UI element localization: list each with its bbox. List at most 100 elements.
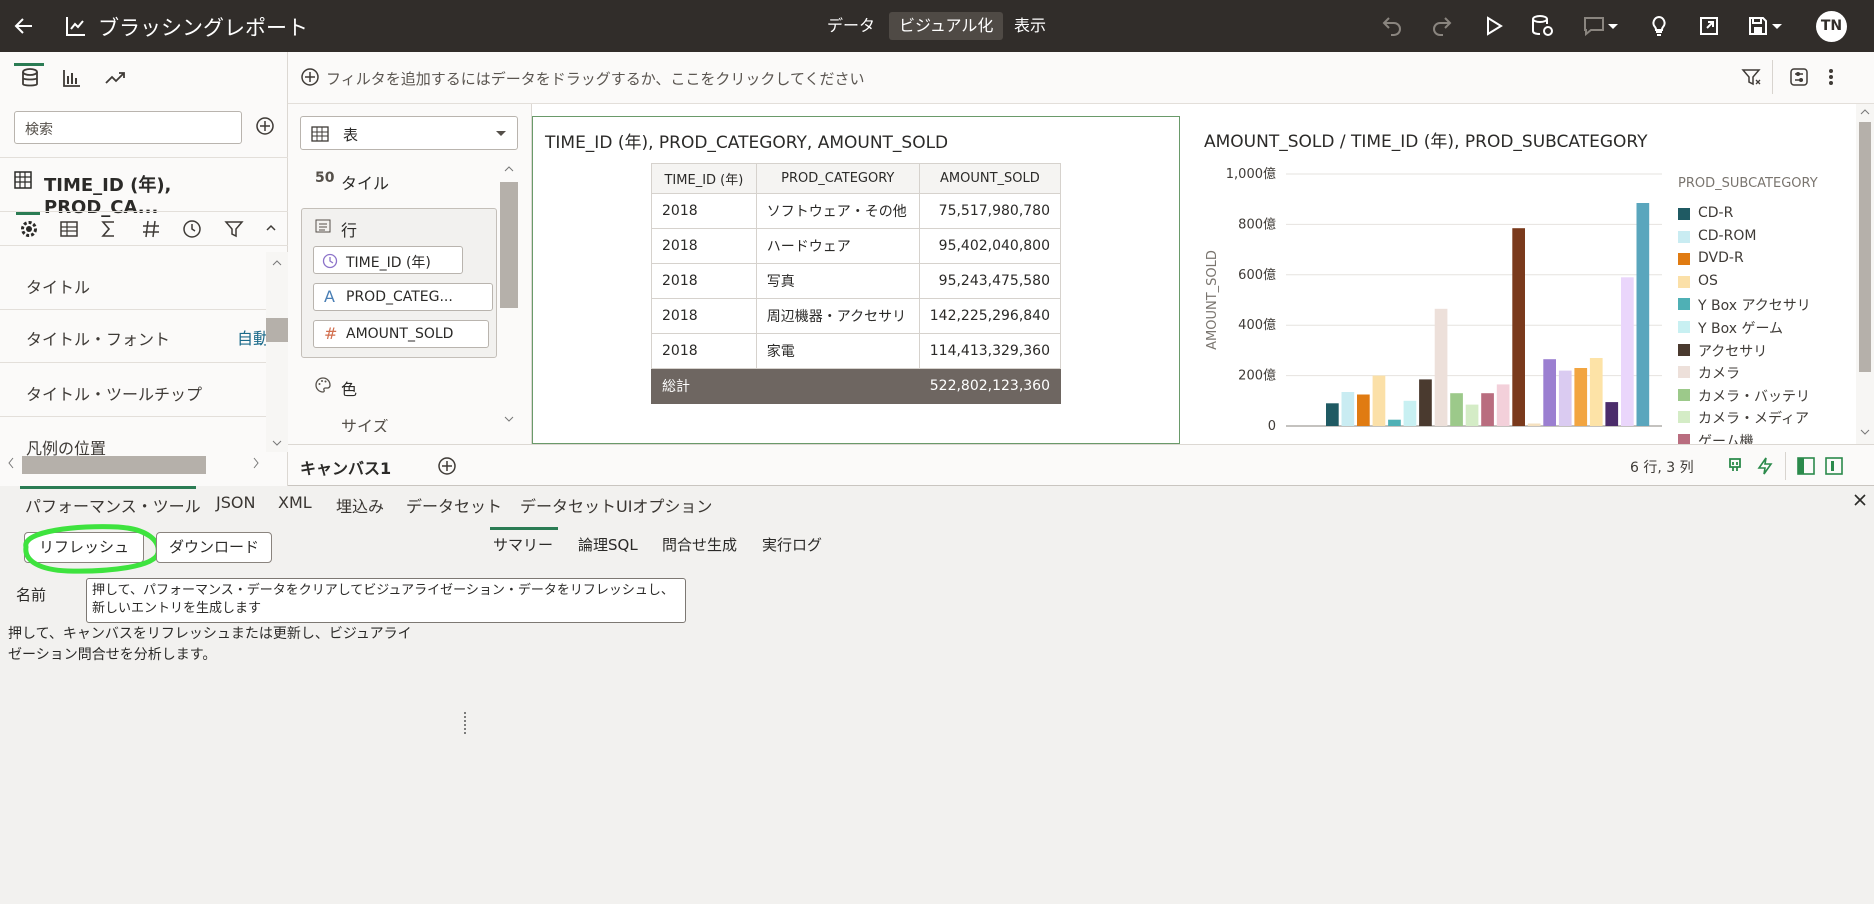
grammar-tile-label[interactable]: タイル — [341, 170, 389, 194]
tab-data[interactable]: データ — [817, 12, 885, 40]
redo-icon[interactable] — [1430, 14, 1454, 38]
bar[interactable] — [1419, 379, 1432, 426]
sigma-icon[interactable] — [98, 218, 120, 240]
table-properties-icon[interactable] — [58, 218, 80, 240]
analytics-tab-icon[interactable] — [101, 64, 129, 92]
grammar-color-label[interactable]: 色 — [341, 376, 357, 400]
legend-item[interactable]: カメラ・メディア — [1678, 408, 1809, 428]
bar[interactable] — [1496, 384, 1510, 426]
bar[interactable] — [1636, 203, 1650, 426]
table-visualization[interactable]: TIME_ID (年), PROD_CATEGORY, AMOUNT_SOLD … — [532, 116, 1180, 444]
bar[interactable] — [1403, 400, 1417, 426]
chart-plot[interactable]: 0 200億 400億 600億 800億 1,000億 AMOUNT_SOLD — [1192, 156, 1672, 444]
visualizations-tab-icon[interactable] — [58, 64, 86, 92]
brushing-icon[interactable] — [1725, 456, 1745, 476]
canvas-scroll-down-icon[interactable] — [1860, 427, 1870, 437]
viz-type-select[interactable]: 表 — [300, 116, 518, 150]
legend-item[interactable]: OS — [1678, 273, 1718, 289]
table-row[interactable]: 2018 ハードウェア 95,402,040,800 — [651, 228, 1062, 264]
scroll-thumb[interactable] — [266, 318, 288, 342]
hscroll-right-icon[interactable] — [251, 456, 261, 470]
bar[interactable] — [1574, 368, 1588, 426]
bar[interactable] — [1450, 393, 1463, 426]
tab-dataset[interactable]: データセット — [406, 493, 502, 517]
bar[interactable] — [1558, 370, 1572, 426]
bar[interactable] — [1621, 277, 1634, 426]
legend-item[interactable]: ゲーム機 — [1678, 431, 1754, 444]
bar[interactable] — [1605, 402, 1619, 426]
settings-gear-icon[interactable] — [18, 218, 40, 240]
hscroll-left-icon[interactable] — [6, 456, 16, 470]
hscroll-thumb[interactable] — [22, 456, 206, 474]
filter-placeholder[interactable]: フィルタを追加するにはデータをドラッグするか、ここをクリックしてください — [326, 68, 865, 89]
pill-prod-category[interactable]: A PROD_CATEG... — [313, 283, 493, 311]
download-button[interactable]: ダウンロード — [156, 532, 272, 563]
subtab-execution-log[interactable]: 実行ログ — [762, 534, 822, 555]
scroll-up-icon[interactable] — [272, 258, 282, 268]
column-header[interactable]: TIME_ID (年) — [651, 163, 757, 194]
data-tab-icon[interactable] — [16, 64, 44, 92]
run-icon[interactable] — [1481, 14, 1505, 38]
legend-item[interactable]: CD-ROM — [1678, 228, 1756, 244]
insights-lightbulb-icon[interactable] — [1647, 14, 1671, 38]
search-input[interactable]: 検索 — [14, 111, 242, 144]
scroll-down-icon[interactable] — [272, 438, 282, 448]
table-row[interactable]: 2018 家電 114,413,329,360 — [651, 333, 1062, 369]
export-icon[interactable] — [1697, 14, 1721, 38]
canvas-scroll-thumb[interactable] — [1859, 122, 1871, 372]
subtab-logical-sql[interactable]: 論理SQL — [578, 534, 638, 555]
legend-item[interactable]: Y Box アクセサリ — [1678, 295, 1811, 315]
column-header[interactable]: PROD_CATEGORY — [755, 163, 920, 194]
bar[interactable] — [1465, 404, 1479, 426]
canvas-scrollbar[interactable] — [1856, 104, 1874, 444]
legend-item[interactable]: カメラ — [1678, 363, 1740, 383]
add-filter-icon[interactable] — [300, 67, 320, 87]
grammar-scrollbar[interactable] — [498, 160, 520, 430]
auto-apply-icon[interactable] — [1788, 66, 1810, 88]
number-format-icon[interactable] — [140, 218, 162, 240]
legend-item[interactable]: DVD-R — [1678, 250, 1744, 266]
save-chevron-down-icon[interactable] — [1770, 14, 1784, 38]
refresh-data-icon[interactable] — [1530, 14, 1554, 38]
legend-item[interactable]: カメラ・バッテリ — [1678, 386, 1810, 406]
table-row[interactable]: 2018 写真 95,243,475,580 — [651, 263, 1062, 299]
close-icon[interactable] — [1852, 492, 1868, 508]
save-icon[interactable] — [1746, 14, 1770, 38]
more-menu-icon[interactable] — [1826, 66, 1836, 88]
left-panel-toggle-icon[interactable] — [1796, 456, 1816, 476]
table-total-row[interactable]: 総計 522,802,123,360 — [651, 368, 1062, 404]
pill-amount-sold[interactable]: # AMOUNT_SOLD — [313, 320, 489, 348]
comment-icon[interactable] — [1582, 14, 1606, 38]
grammar-scroll-thumb[interactable] — [500, 182, 518, 308]
filter-icon[interactable] — [223, 218, 245, 240]
bar[interactable] — [1512, 228, 1525, 426]
tab-xml[interactable]: XML — [278, 493, 312, 512]
column-header[interactable]: AMOUNT_SOLD — [918, 163, 1062, 194]
table-row[interactable]: 2018 周辺機器・アクセサリ 142,225,296,840 — [651, 298, 1062, 334]
legend-item[interactable]: CD-R — [1678, 205, 1733, 221]
filter-options-icon[interactable] — [1740, 66, 1762, 88]
legend-item[interactable]: Y Box ゲーム — [1678, 318, 1783, 338]
bar[interactable] — [1326, 403, 1339, 426]
bar-chart-visualization[interactable]: AMOUNT_SOLD / TIME_ID (年), PROD_SUBCATEG… — [1192, 116, 1854, 444]
bar[interactable] — [1372, 375, 1386, 426]
synchronize-icon[interactable] — [1755, 456, 1775, 476]
filter-bar[interactable]: フィルタを追加するにはデータをドラッグするか、ここをクリックしてください — [288, 52, 1874, 104]
back-arrow-icon[interactable] — [12, 14, 36, 38]
tab-dataset-ui-options[interactable]: データセットUIオプション — [520, 493, 712, 517]
bar[interactable] — [1481, 393, 1494, 426]
tab-embed[interactable]: 埋込み — [336, 493, 384, 517]
bar[interactable] — [1357, 394, 1370, 427]
add-data-icon[interactable] — [255, 116, 275, 136]
bar[interactable] — [1589, 358, 1603, 426]
canvas-tab[interactable]: キャンバス1 — [300, 455, 391, 479]
add-canvas-icon[interactable] — [437, 456, 457, 476]
table-row[interactable]: 2018 ソフトウェア・その他 75,517,980,780 — [651, 193, 1062, 229]
user-avatar[interactable]: TN — [1816, 11, 1847, 42]
chevron-down-icon[interactable] — [1606, 14, 1620, 38]
grammar-scroll-up-icon[interactable] — [504, 164, 514, 174]
splitter-handle[interactable] — [463, 712, 467, 734]
bar[interactable] — [1543, 359, 1556, 426]
bar[interactable] — [1341, 392, 1355, 426]
undo-icon[interactable] — [1380, 14, 1404, 38]
